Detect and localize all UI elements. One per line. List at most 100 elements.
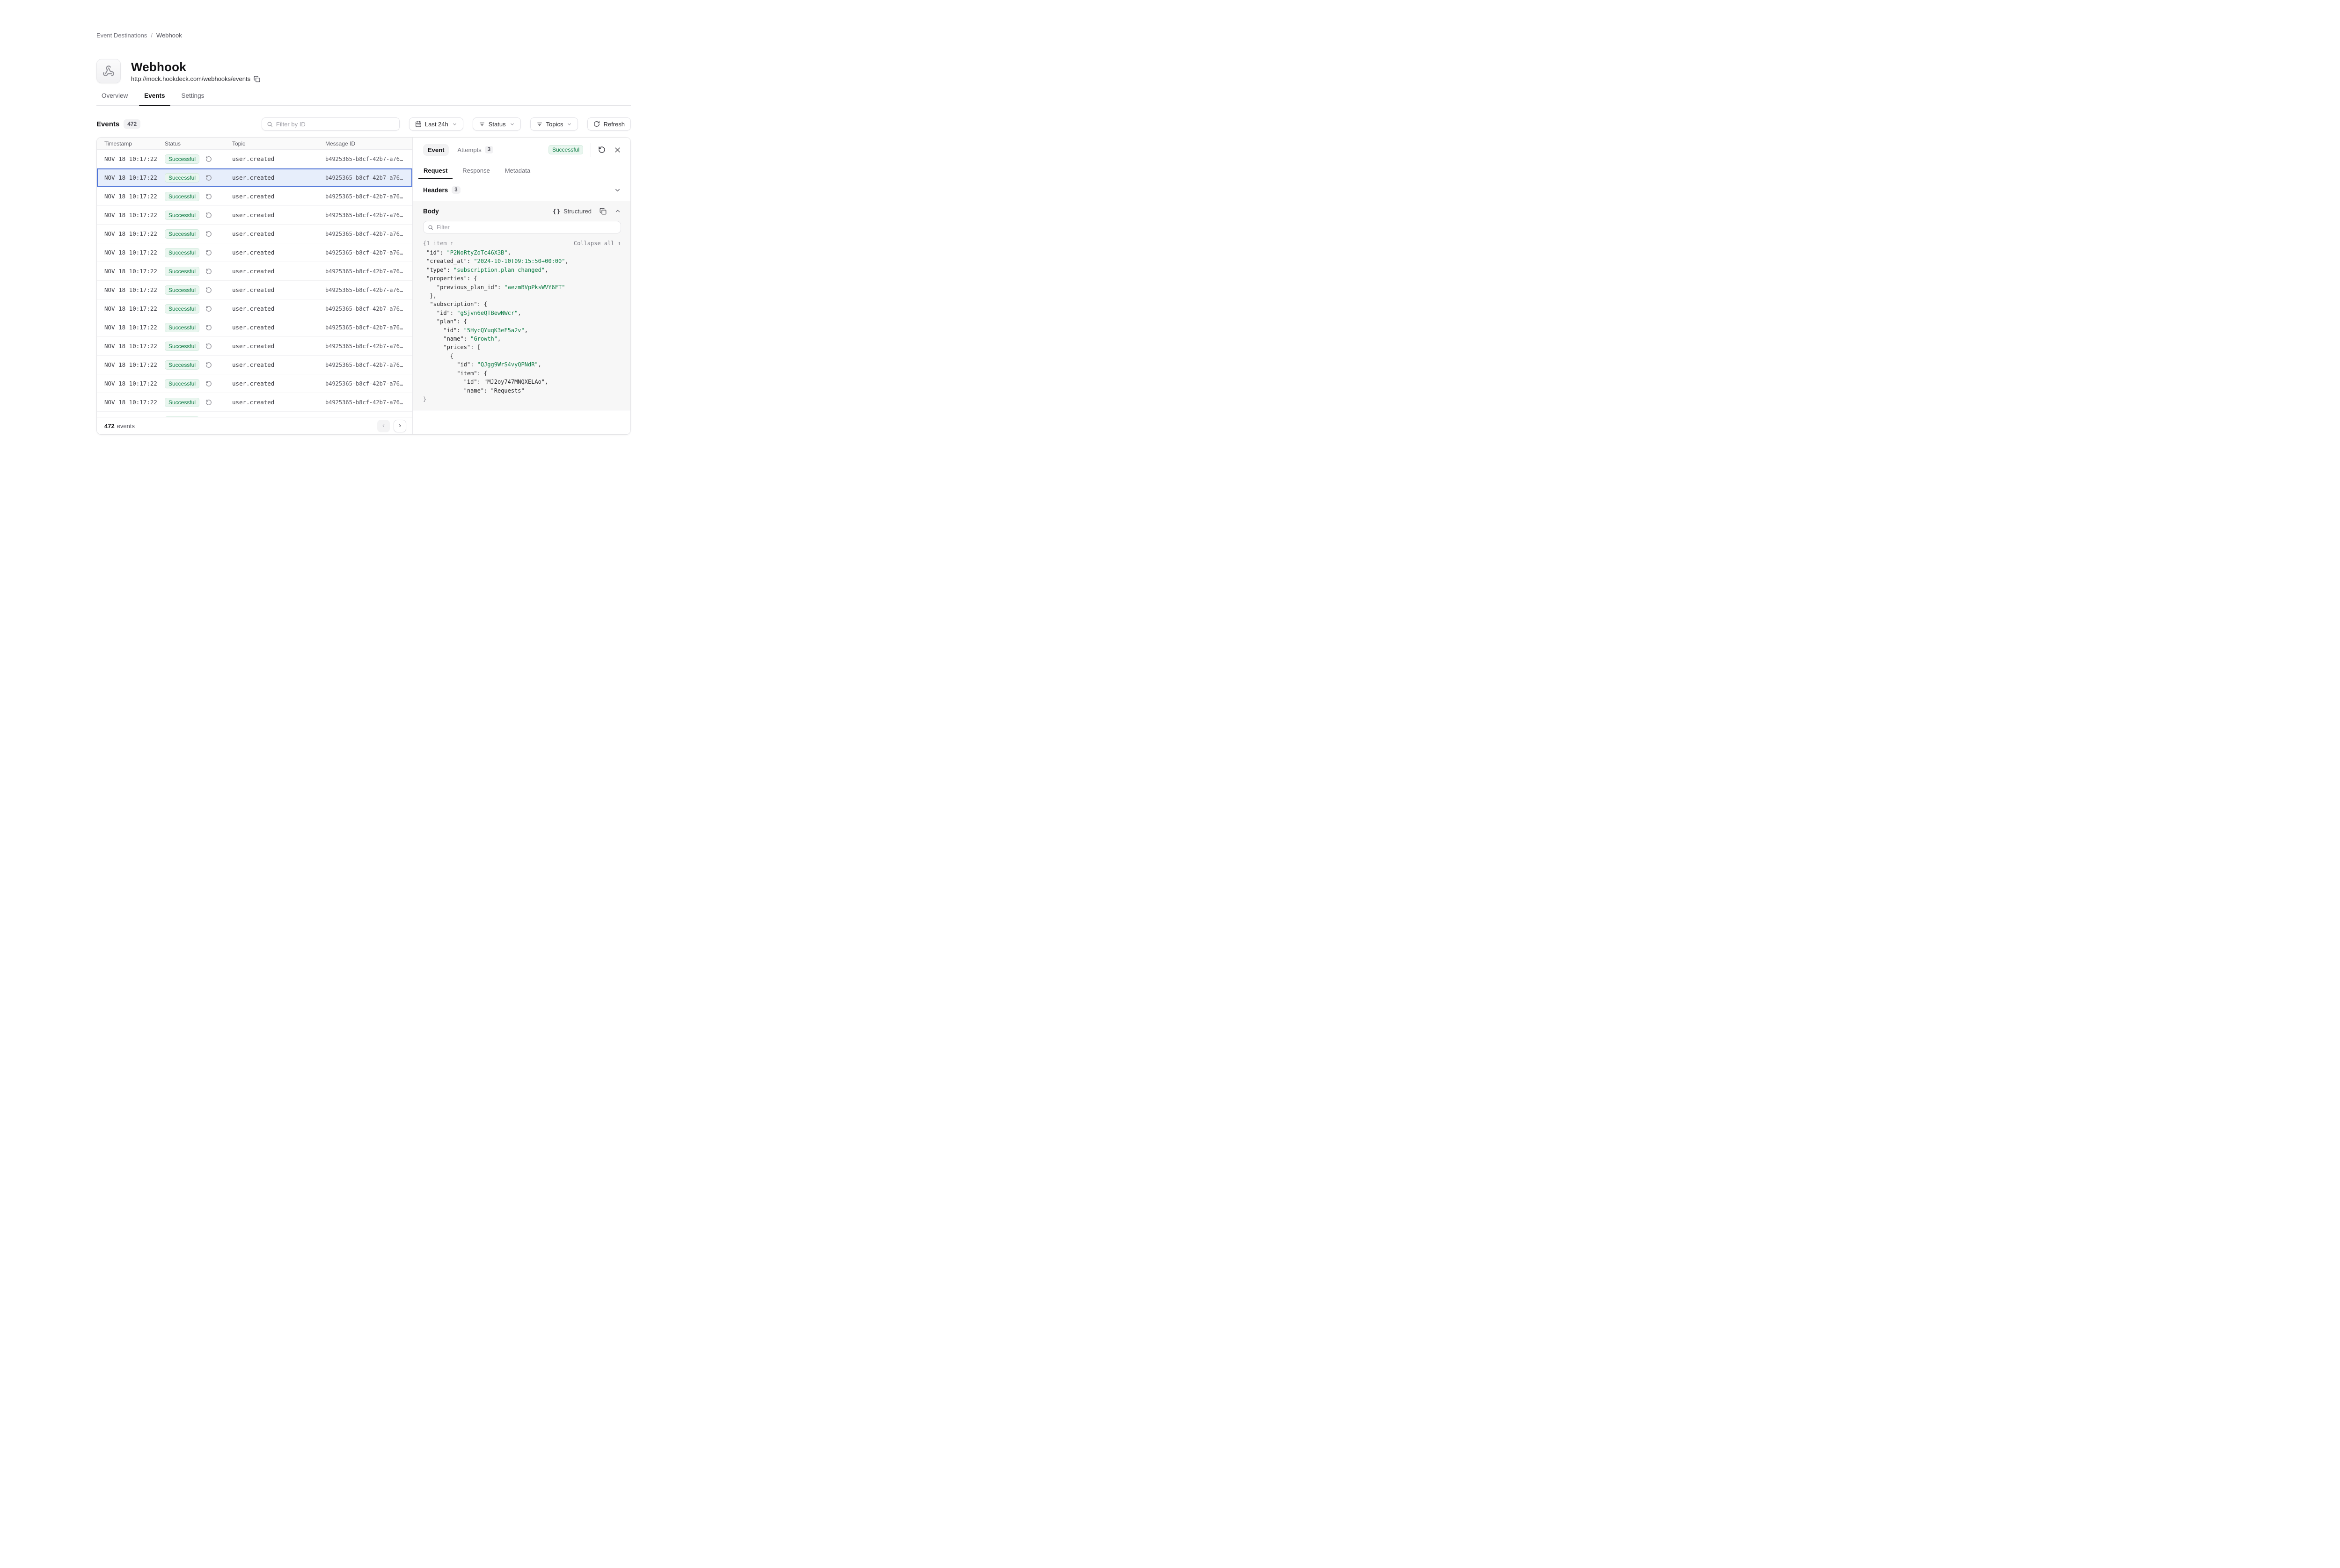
body-section-title: Body (423, 208, 439, 215)
retry-event-button[interactable] (205, 362, 212, 368)
refresh-button[interactable]: Refresh (587, 117, 631, 131)
row-message-id: b4925365-b8cf-42b7-a76… (325, 324, 412, 331)
table-row[interactable]: NOV 18 10:17:22 Successful user.created … (97, 243, 412, 262)
breadcrumb: Event Destinations / Webhook (96, 32, 182, 39)
row-message-id: b4925365-b8cf-42b7-a76… (325, 343, 412, 350)
row-timestamp: NOV 18 10:17:22 (97, 193, 165, 200)
close-icon (614, 146, 621, 153)
retry-event-button[interactable] (205, 306, 212, 312)
retry-event-button[interactable] (205, 231, 212, 237)
events-heading: Events (96, 120, 119, 128)
headers-section[interactable]: Headers 3 (413, 179, 630, 201)
tab-metadata[interactable]: Metadata (505, 162, 531, 179)
table-row[interactable]: NOV 18 10:17:22 Successful user.created … (97, 299, 412, 318)
expand-headers-button[interactable] (614, 187, 621, 194)
view-tab-attempts[interactable]: Attempts 3 (453, 144, 498, 156)
row-timestamp: NOV 18 10:17:22 (97, 324, 165, 331)
events-card: Timestamp Status Topic Message ID NOV 18… (96, 137, 631, 435)
pagination: ‹ › (377, 420, 406, 432)
copy-url-button[interactable] (254, 76, 260, 82)
row-topic: user.created (232, 343, 325, 350)
retry-event-button[interactable] (205, 268, 212, 275)
retry-event-button[interactable] (205, 380, 212, 387)
row-message-id: b4925365-b8cf-42b7-a76… (325, 156, 412, 162)
table-row[interactable]: NOV 18 10:17:22 Successful user.created … (97, 206, 412, 225)
topics-filter-button[interactable]: Topics (530, 117, 578, 131)
retry-event-button[interactable] (598, 146, 606, 153)
tab-events[interactable]: Events (139, 92, 170, 105)
retry-event-button[interactable] (205, 324, 212, 331)
retry-event-button[interactable] (205, 399, 212, 406)
row-message-id: b4925365-b8cf-42b7-a76… (325, 380, 412, 387)
next-page-button[interactable]: › (394, 420, 406, 432)
tab-response[interactable]: Response (462, 162, 490, 179)
retry-event-button[interactable] (205, 249, 212, 256)
table-row[interactable]: NOV 18 10:17:22 Successful user.created … (97, 281, 412, 299)
tab-overview[interactable]: Overview (96, 92, 133, 105)
retry-icon (205, 362, 212, 368)
event-detail-panel: Event Attempts 3 Successful (413, 138, 630, 434)
retry-event-button[interactable] (205, 193, 212, 200)
table-row[interactable]: NOV 18 10:17:22 Successful user.created … (97, 412, 412, 417)
table-row[interactable]: NOV 18 10:17:22 Successful user.created … (97, 374, 412, 393)
close-panel-button[interactable] (614, 146, 621, 153)
table-row[interactable]: NOV 18 10:17:22 Successful user.created … (97, 168, 412, 187)
row-topic: user.created (232, 324, 325, 331)
retry-event-button[interactable] (205, 287, 212, 293)
table-row[interactable]: NOV 18 10:17:22 Successful user.created … (97, 150, 412, 168)
json-viewer-lines[interactable]: "id": "P2NoRtyZoTc46X3B", "created_at": … (423, 248, 621, 403)
row-message-id: b4925365-b8cf-42b7-a76… (325, 249, 412, 256)
copy-body-button[interactable] (600, 208, 607, 215)
refresh-icon (593, 121, 600, 127)
retry-event-button[interactable] (205, 175, 212, 181)
status-badge: Successful (165, 379, 199, 388)
retry-icon (205, 212, 212, 219)
view-tab-event[interactable]: Event (423, 144, 449, 156)
events-count-badge: 472 (124, 119, 140, 129)
table-row[interactable]: NOV 18 10:17:22 Successful user.created … (97, 262, 412, 281)
retry-event-button[interactable] (205, 343, 212, 350)
copy-icon (600, 208, 607, 215)
breadcrumb-link-event-destinations[interactable]: Event Destinations (96, 32, 147, 39)
retry-event-button[interactable] (205, 212, 212, 219)
structured-mode-toggle[interactable]: {} Structured (553, 208, 592, 215)
collapse-all-button[interactable]: Collapse all ↑ (574, 240, 621, 247)
retry-icon (205, 287, 212, 293)
row-topic: user.created (232, 155, 325, 162)
previous-page-button[interactable]: ‹ (377, 420, 390, 432)
retry-event-button[interactable] (205, 156, 212, 162)
table-row[interactable]: NOV 18 10:17:22 Successful user.created … (97, 337, 412, 356)
chevron-up-icon (614, 208, 621, 214)
status-badge: Successful (165, 248, 199, 257)
status-badge: Successful (165, 192, 199, 201)
status-filter-button[interactable]: Status (473, 117, 521, 131)
event-status-badge: Successful (548, 145, 583, 154)
status-badge: Successful (165, 211, 199, 220)
column-header-status: Status (165, 140, 232, 147)
table-row[interactable]: NOV 18 10:17:22 Successful user.created … (97, 187, 412, 206)
collapse-body-button[interactable] (614, 208, 621, 214)
table-row[interactable]: NOV 18 10:17:22 Successful user.created … (97, 318, 412, 337)
events-toolbar: Events 472 Last 24h Status (96, 117, 631, 131)
row-message-id: b4925365-b8cf-42b7-a76… (325, 268, 412, 275)
time-range-button[interactable]: Last 24h (409, 117, 463, 131)
filter-lines-icon (479, 121, 485, 127)
body-filter-box[interactable] (423, 221, 621, 233)
filter-by-id-box[interactable] (262, 117, 400, 131)
filter-by-id-input[interactable] (276, 121, 395, 128)
tab-settings[interactable]: Settings (176, 92, 210, 105)
row-message-id: b4925365-b8cf-42b7-a76… (325, 362, 412, 368)
body-filter-input[interactable] (437, 224, 616, 231)
panel-header: Event Attempts 3 Successful (413, 138, 630, 162)
tab-request[interactable]: Request (423, 162, 448, 179)
status-badge: Successful (165, 342, 199, 351)
retry-icon (205, 249, 212, 256)
table-row[interactable]: NOV 18 10:17:22 Successful user.created … (97, 356, 412, 374)
search-icon (267, 121, 273, 127)
retry-icon (205, 231, 212, 237)
column-header-message-id: Message ID (325, 140, 412, 147)
row-timestamp: NOV 18 10:17:22 (97, 380, 165, 387)
table-row[interactable]: NOV 18 10:17:22 Successful user.created … (97, 225, 412, 243)
json-items-summary[interactable]: {1 item ↑ (423, 240, 453, 247)
table-row[interactable]: NOV 18 10:17:22 Successful user.created … (97, 393, 412, 412)
